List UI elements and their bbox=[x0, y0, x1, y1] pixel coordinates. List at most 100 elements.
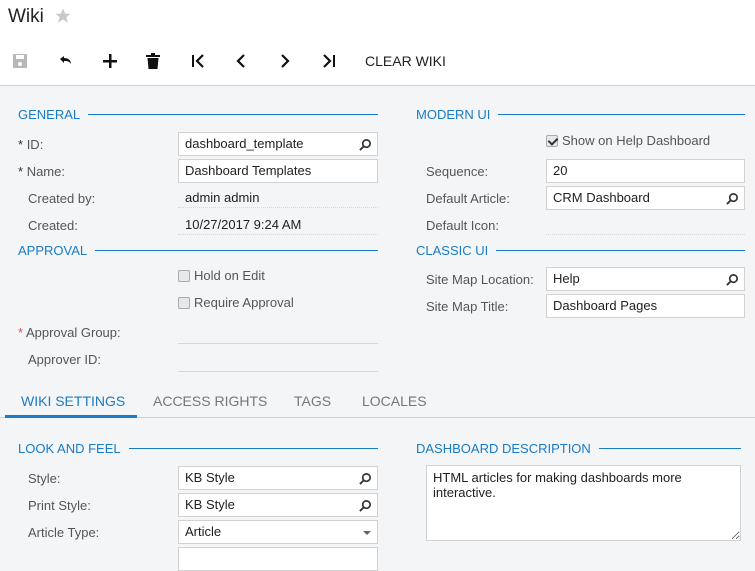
search-icon[interactable] bbox=[726, 192, 739, 205]
trash-icon bbox=[146, 53, 160, 69]
last-record-button[interactable] bbox=[316, 48, 342, 74]
classic-ui-section-header: CLASSIC UI bbox=[416, 243, 745, 258]
toolbar: CLEAR WIKI bbox=[0, 48, 755, 74]
sequence-value: 20 bbox=[553, 163, 568, 178]
previous-icon bbox=[236, 54, 245, 68]
undo-icon bbox=[60, 56, 71, 64]
look-and-feel-section-header: LOOK AND FEEL bbox=[18, 441, 378, 456]
save-button[interactable] bbox=[7, 48, 33, 74]
checkbox-box[interactable] bbox=[178, 269, 190, 282]
print-style-value: KB Style bbox=[185, 497, 235, 512]
search-icon[interactable] bbox=[726, 273, 739, 286]
style-input[interactable]: KB Style bbox=[178, 466, 378, 490]
tab-bar: WIKI SETTINGS ACCESS RIGHTS TAGS LOCALES bbox=[0, 388, 755, 418]
hold-on-edit-checkbox[interactable]: Hold on Edit bbox=[178, 268, 265, 283]
sequence-input[interactable]: 20 bbox=[546, 159, 745, 183]
require-approval-checkbox[interactable]: Require Approval bbox=[178, 295, 294, 310]
divider bbox=[128, 448, 378, 449]
style-value: KB Style bbox=[185, 470, 235, 485]
required-mark: * bbox=[18, 325, 24, 340]
look-and-feel-heading: LOOK AND FEEL bbox=[18, 441, 121, 456]
name-label-text: Name: bbox=[26, 164, 65, 179]
previous-button[interactable] bbox=[228, 48, 254, 74]
site-map-location-label: Site Map Location: bbox=[426, 272, 534, 287]
approval-section-header: APPROVAL bbox=[18, 243, 378, 258]
star-icon[interactable] bbox=[54, 7, 72, 25]
site-map-location-input[interactable]: Help bbox=[546, 267, 745, 291]
chevron-down-icon[interactable] bbox=[363, 531, 371, 535]
style-label: Style: bbox=[28, 471, 61, 486]
active-tab-indicator bbox=[5, 415, 137, 418]
id-value: dashboard_template bbox=[185, 136, 304, 151]
next-field-input[interactable] bbox=[178, 547, 378, 571]
checkbox-box[interactable] bbox=[178, 296, 190, 309]
delete-button[interactable] bbox=[140, 48, 166, 74]
approval-group-field[interactable] bbox=[178, 343, 378, 344]
tab-wiki-settings[interactable]: WIKI SETTINGS bbox=[21, 393, 125, 409]
clear-wiki-button[interactable]: CLEAR WIKI bbox=[365, 53, 446, 69]
approval-heading: APPROVAL bbox=[18, 243, 88, 258]
site-map-title-input[interactable]: Dashboard Pages bbox=[546, 294, 745, 318]
general-section-header: GENERAL bbox=[18, 107, 378, 122]
created-by-value: admin admin bbox=[178, 186, 378, 208]
modern-ui-heading: MODERN UI bbox=[416, 107, 491, 122]
approver-id-label: Approver ID: bbox=[28, 352, 101, 367]
first-record-button[interactable] bbox=[185, 48, 211, 74]
divider bbox=[498, 114, 745, 115]
site-map-title-label: Site Map Title: bbox=[426, 299, 509, 314]
approval-group-label: * Approval Group: bbox=[18, 325, 121, 340]
divider bbox=[598, 448, 741, 449]
page-header: Wiki CLEAR WIKI bbox=[0, 0, 755, 86]
required-mark: * bbox=[18, 137, 24, 152]
dashboard-description-section-header: DASHBOARD DESCRIPTION bbox=[416, 441, 741, 456]
show-on-help-dashboard-checkbox[interactable]: Show on Help Dashboard bbox=[546, 133, 710, 148]
divider bbox=[496, 250, 745, 251]
id-input[interactable]: dashboard_template bbox=[178, 132, 378, 156]
modern-ui-section-header: MODERN UI bbox=[416, 107, 745, 122]
article-type-select[interactable]: Article bbox=[178, 520, 378, 544]
article-type-label: Article Type: bbox=[28, 525, 100, 540]
name-input[interactable]: Dashboard Templates bbox=[178, 159, 378, 183]
undo-button[interactable] bbox=[52, 48, 78, 74]
general-heading: GENERAL bbox=[18, 107, 81, 122]
created-label: Created: bbox=[28, 218, 78, 233]
default-article-input[interactable]: CRM Dashboard bbox=[546, 186, 745, 210]
print-style-input[interactable]: KB Style bbox=[178, 493, 378, 517]
site-map-location-value: Help bbox=[553, 271, 580, 286]
plus-icon bbox=[103, 54, 117, 68]
tab-locales[interactable]: LOCALES bbox=[362, 393, 427, 409]
print-style-label: Print Style: bbox=[28, 498, 91, 513]
divider bbox=[95, 250, 378, 251]
next-icon bbox=[281, 54, 290, 68]
id-label-text: ID: bbox=[26, 137, 44, 152]
sequence-label: Sequence: bbox=[426, 164, 489, 179]
default-article-label: Default Article: bbox=[426, 191, 510, 206]
divider bbox=[88, 114, 378, 115]
article-type-value: Article bbox=[185, 524, 222, 539]
name-value: Dashboard Templates bbox=[185, 163, 312, 178]
default-icon-value[interactable] bbox=[546, 213, 745, 235]
classic-ui-heading: CLASSIC UI bbox=[416, 243, 489, 258]
name-label: * Name: bbox=[18, 164, 65, 179]
required-mark: * bbox=[18, 164, 24, 179]
dashboard-description-textarea[interactable]: HTML articles for making dashboards more… bbox=[426, 465, 741, 541]
show-on-help-dashboard-label: Show on Help Dashboard bbox=[562, 133, 711, 148]
require-approval-label: Require Approval bbox=[194, 295, 294, 310]
approval-group-label-text: Approval Group: bbox=[25, 325, 121, 340]
dashboard-description-heading: DASHBOARD DESCRIPTION bbox=[416, 441, 591, 456]
tab-access-rights[interactable]: ACCESS RIGHTS bbox=[153, 393, 267, 409]
site-map-title-value: Dashboard Pages bbox=[553, 298, 658, 313]
approver-id-field[interactable] bbox=[178, 371, 378, 372]
first-record-icon bbox=[192, 54, 204, 68]
search-icon[interactable] bbox=[359, 138, 372, 151]
default-article-value: CRM Dashboard bbox=[553, 190, 650, 205]
tab-tags[interactable]: TAGS bbox=[294, 393, 331, 409]
last-record-icon bbox=[323, 54, 335, 68]
search-icon[interactable] bbox=[359, 472, 372, 485]
created-value: 10/27/2017 9:24 AM bbox=[178, 213, 378, 235]
search-icon[interactable] bbox=[359, 499, 372, 512]
checkbox-box[interactable] bbox=[546, 134, 558, 147]
add-button[interactable] bbox=[97, 48, 123, 74]
next-button[interactable] bbox=[272, 48, 298, 74]
save-icon bbox=[13, 54, 27, 68]
